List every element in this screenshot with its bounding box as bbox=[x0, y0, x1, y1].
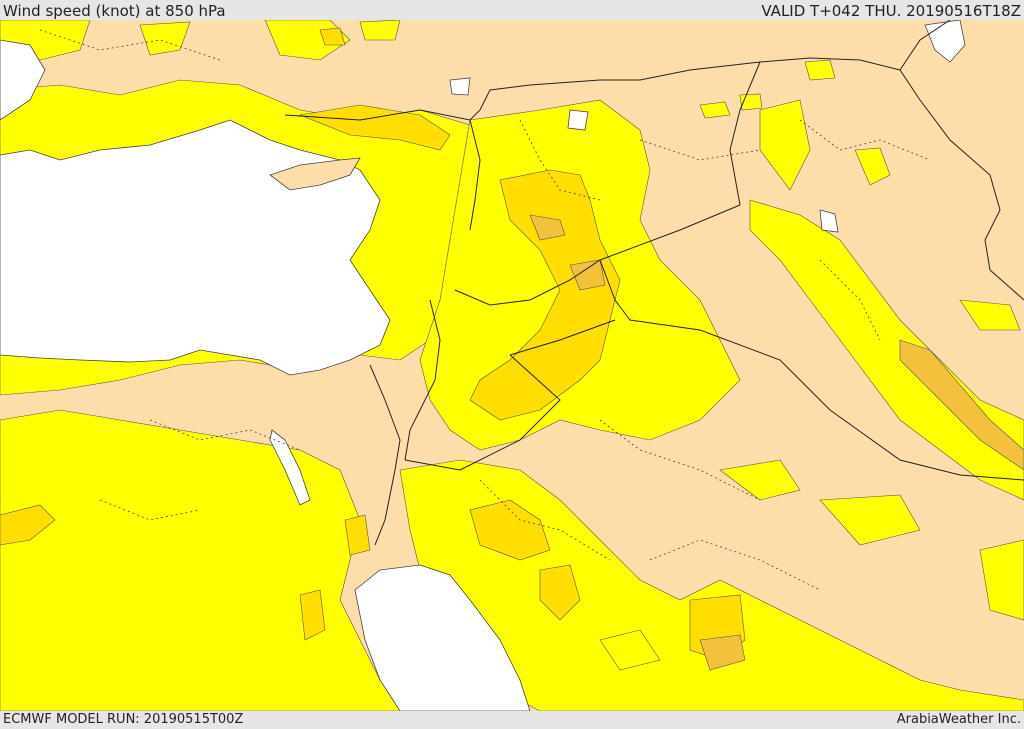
map-canvas bbox=[0, 20, 1024, 711]
map-title: Wind speed (knot) at 850 hPa bbox=[3, 2, 226, 20]
weather-map[interactable] bbox=[0, 20, 1024, 711]
credit: ArabiaWeather Inc. bbox=[896, 712, 1021, 727]
lake-assad bbox=[567, 109, 589, 131]
band-blob-6 bbox=[804, 59, 836, 81]
band-blob-7 bbox=[699, 101, 731, 119]
model-run: ECMWF MODEL RUN: 20190515T00Z bbox=[3, 712, 244, 727]
footer-bar: ECMWF MODEL RUN: 20190515T00Z ArabiaWeat… bbox=[0, 711, 1024, 729]
lake-turkey bbox=[449, 77, 471, 96]
map-viewer: Wind speed (knot) at 850 hPa VALID T+042… bbox=[0, 0, 1024, 729]
band-blob-3 bbox=[359, 20, 401, 41]
header-bar: Wind speed (knot) at 850 hPa VALID T+042… bbox=[0, 0, 1024, 20]
valid-time: VALID T+042 THU. 20190516T18Z bbox=[761, 2, 1021, 20]
